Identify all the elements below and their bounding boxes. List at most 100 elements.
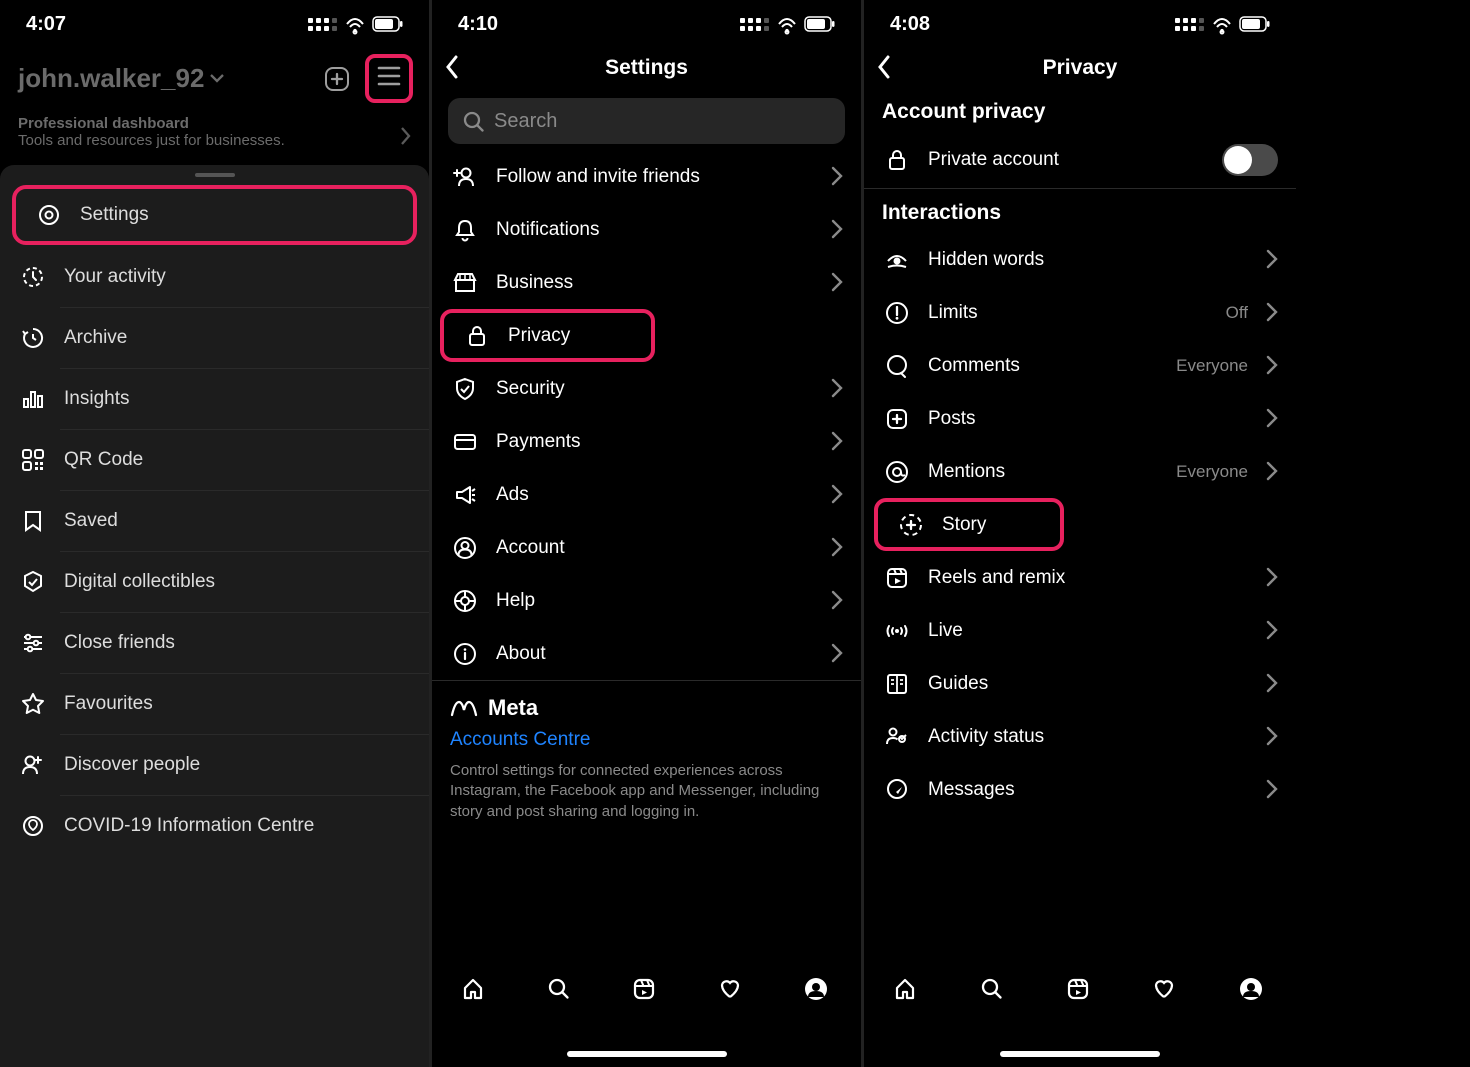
drag-handle[interactable] <box>195 173 235 177</box>
privacy-item-mentions[interactable]: Mentions Everyone <box>864 445 1296 498</box>
lock-icon <box>882 148 912 172</box>
menu-item-label: COVID-19 Information Centre <box>64 815 411 837</box>
title-bar: Settings <box>432 48 861 88</box>
back-button[interactable] <box>446 57 460 79</box>
activity-tab[interactable] <box>712 971 752 1011</box>
settings-item-label: Help <box>496 590 817 612</box>
settings-item-label: Ads <box>496 484 817 506</box>
title-bar: Privacy <box>864 48 1296 88</box>
profile-tab[interactable] <box>1233 971 1273 1011</box>
chevron-right-icon <box>1268 728 1278 746</box>
menu-item-discover[interactable]: Discover people <box>0 735 429 795</box>
chevron-right-icon <box>833 274 843 292</box>
menu-item-settings[interactable]: Settings <box>12 185 417 245</box>
reels-tab[interactable] <box>626 971 666 1011</box>
search-placeholder: Search <box>494 110 557 133</box>
pro-dashboard-row[interactable]: Professional dashboard Tools and resourc… <box>0 111 429 159</box>
activity-tab[interactable] <box>1146 971 1186 1011</box>
wifi-icon <box>1212 16 1232 32</box>
privacy-item-reels[interactable]: Reels and remix <box>864 551 1296 604</box>
privacy-item-label: Activity status <box>928 726 1252 748</box>
star-icon <box>18 692 48 716</box>
menu-item-saved[interactable]: Saved <box>0 491 429 551</box>
search-tab[interactable] <box>974 971 1014 1011</box>
profile-tab[interactable] <box>798 971 838 1011</box>
menu-item-collect[interactable]: Digital collectibles <box>0 552 429 612</box>
menu-item-insights[interactable]: Insights <box>0 369 429 429</box>
privacy-item-story[interactable]: Story <box>874 498 1064 551</box>
settings-item-info[interactable]: About <box>432 627 861 680</box>
privacy-list: Hidden words Limits Off Comments Everyon… <box>864 233 1296 816</box>
menu-item-covid[interactable]: COVID-19 Information Centre <box>0 796 429 856</box>
battery-icon <box>1240 17 1270 31</box>
create-post-icon[interactable] <box>325 67 349 91</box>
messages-icon <box>882 778 912 802</box>
settings-item-ads[interactable]: Ads <box>432 468 861 521</box>
heart-icon <box>1152 977 1180 1005</box>
settings-item-label: Payments <box>496 431 817 453</box>
hamburger-highlight <box>365 54 413 103</box>
privacy-item-posts[interactable]: Posts <box>864 392 1296 445</box>
settings-item-label: Security <box>496 378 817 400</box>
privacy-item-label: Reels and remix <box>928 567 1252 589</box>
privacy-item-messages[interactable]: Messages <box>864 763 1296 816</box>
menu-list: Settings Your activity Archive Insights … <box>0 185 429 856</box>
privacy-item-comments[interactable]: Comments Everyone <box>864 339 1296 392</box>
menu-item-star[interactable]: Favourites <box>0 674 429 734</box>
live-icon <box>882 619 912 643</box>
menu-item-archive[interactable]: Archive <box>0 308 429 368</box>
status-bar: 4:10 <box>432 0 861 48</box>
settings-item-shield[interactable]: Security <box>432 362 861 415</box>
privacy-item-label: Guides <box>928 673 1252 695</box>
home-indicator <box>567 1051 727 1057</box>
username-label: john.walker_92 <box>18 63 204 94</box>
privacy-item-guides[interactable]: Guides <box>864 657 1296 710</box>
settings-item-label: Privacy <box>508 325 633 347</box>
mentions-icon <box>882 460 912 484</box>
comments-icon <box>882 354 912 378</box>
privacy-item-label: Comments <box>928 355 1160 377</box>
home-tab[interactable] <box>887 971 927 1011</box>
settings-item-account[interactable]: Account <box>432 521 861 574</box>
privacy-item-label: Story <box>942 514 1042 536</box>
reels-tab[interactable] <box>1060 971 1100 1011</box>
chevron-right-icon <box>833 592 843 610</box>
settings-item-card[interactable]: Payments <box>432 415 861 468</box>
privacy-item-limits[interactable]: Limits Off <box>864 286 1296 339</box>
privacy-item-hidden[interactable]: Hidden words <box>864 233 1296 286</box>
lock-icon <box>462 324 492 348</box>
shop-icon <box>450 271 480 295</box>
close-icon <box>18 631 48 655</box>
settings-item-follow[interactable]: Follow and invite friends <box>432 150 861 203</box>
hamburger-icon[interactable] <box>377 64 401 88</box>
settings-item-help[interactable]: Help <box>432 574 861 627</box>
accounts-centre-link[interactable]: Accounts Centre <box>450 729 843 751</box>
profile-header: john.walker_92 <box>0 48 429 111</box>
follow-icon <box>450 165 480 189</box>
chevron-right-icon <box>1268 569 1278 587</box>
search-input[interactable]: Search <box>448 98 845 144</box>
back-button[interactable] <box>878 57 892 79</box>
action-sheet: Settings Your activity Archive Insights … <box>0 165 429 1067</box>
page-title: Privacy <box>1043 56 1118 80</box>
menu-item-qr[interactable]: QR Code <box>0 430 429 490</box>
username-button[interactable]: john.walker_92 <box>18 63 224 94</box>
privacy-item-value: Everyone <box>1176 462 1248 482</box>
search-tab[interactable] <box>541 971 581 1011</box>
settings-item-bell[interactable]: Notifications <box>432 203 861 256</box>
privacy-item-activity2[interactable]: Activity status <box>864 710 1296 763</box>
home-tab[interactable] <box>455 971 495 1011</box>
settings-item-shop[interactable]: Business <box>432 256 861 309</box>
menu-item-close[interactable]: Close friends <box>0 613 429 673</box>
discover-icon <box>18 753 48 777</box>
status-bar: 4:07 <box>0 0 429 48</box>
privacy-item-live[interactable]: Live <box>864 604 1296 657</box>
menu-item-label: Close friends <box>64 632 411 654</box>
menu-item-activity[interactable]: Your activity <box>0 247 429 307</box>
home-icon <box>461 977 489 1005</box>
menu-item-label: Saved <box>64 510 411 532</box>
heart-icon <box>718 977 746 1005</box>
settings-item-lock[interactable]: Privacy <box>440 309 655 362</box>
chevron-right-icon <box>833 433 843 451</box>
private-account-toggle[interactable] <box>1222 144 1278 176</box>
